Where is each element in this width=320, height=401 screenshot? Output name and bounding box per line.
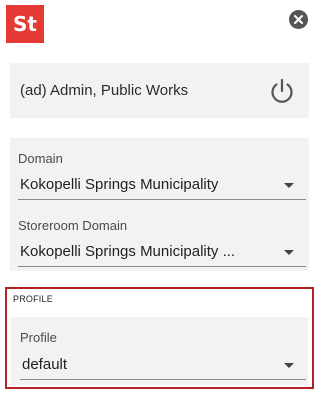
close-icon [294, 15, 303, 24]
domain-label: Domain [18, 151, 63, 166]
domain-select[interactable]: Kokopelli Springs Municipality [18, 170, 306, 200]
profile-select-value: default [22, 356, 68, 373]
profile-card: Profile default [11, 317, 308, 385]
domain-select-value: Kokopelli Springs Municipality [20, 176, 219, 193]
domain-card: Domain Kokopelli Springs Municipality St… [10, 138, 309, 271]
chevron-down-icon [284, 363, 294, 368]
logo-text: St [13, 12, 37, 36]
storeroom-domain-select[interactable]: Kokopelli Springs Municipality ... [18, 237, 306, 267]
app-logo: St [6, 5, 44, 43]
settings-panel: St (ad) Admin, Public Works Domain Kokop… [0, 0, 317, 401]
user-card: (ad) Admin, Public Works [10, 63, 309, 118]
chevron-down-icon [284, 250, 294, 255]
profile-select[interactable]: default [20, 350, 306, 380]
storeroom-domain-label: Storeroom Domain [18, 218, 128, 233]
profile-section-title: PROFILE [13, 294, 53, 304]
storeroom-domain-select-value: Kokopelli Springs Municipality ... [20, 243, 236, 260]
close-button[interactable] [289, 10, 308, 29]
power-icon [271, 78, 293, 103]
profile-label: Profile [20, 330, 57, 345]
chevron-down-icon [284, 183, 294, 188]
logout-button[interactable] [267, 76, 297, 106]
user-name: (ad) Admin, Public Works [20, 82, 189, 99]
profile-section: PROFILE Profile default [5, 287, 314, 389]
